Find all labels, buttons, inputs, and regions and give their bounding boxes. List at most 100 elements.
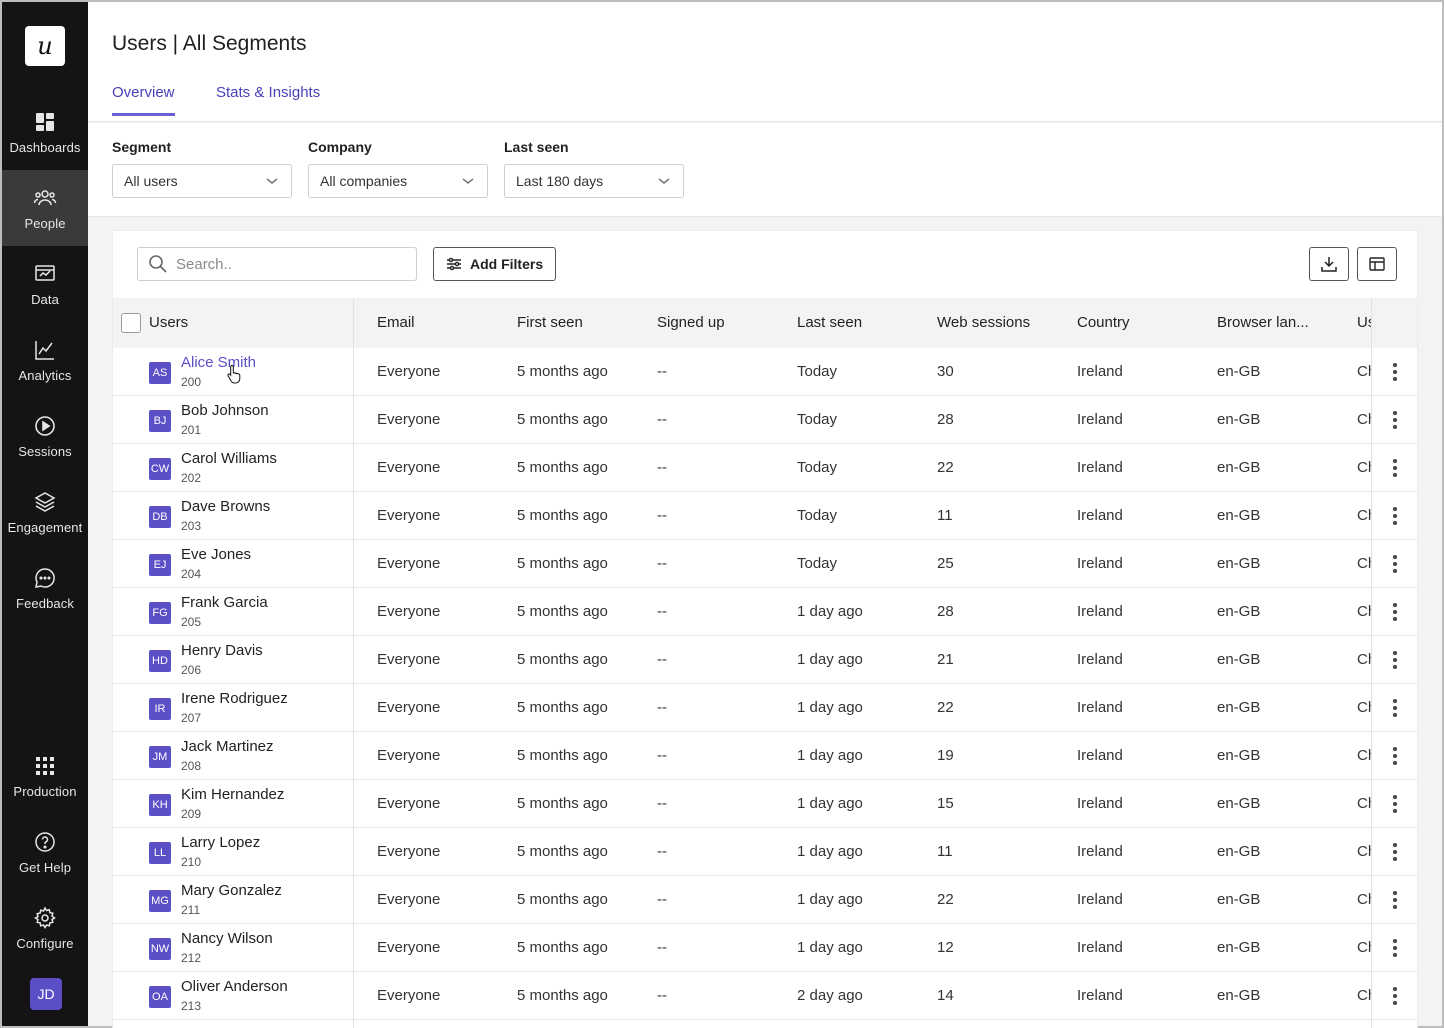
table-row[interactable]: JM Jack Martinez 208 Everyone 5 months ago --…: [113, 732, 1417, 780]
first-seen-cell: 5 months ago: [517, 459, 608, 476]
user-id: 208: [181, 759, 202, 773]
select-all-checkbox[interactable]: [121, 313, 141, 333]
tab-overview[interactable]: Overview: [112, 84, 175, 116]
column-header-email[interactable]: Email: [377, 298, 415, 348]
user-name-link[interactable]: Irene Rodriguez: [181, 689, 288, 709]
more-options-icon[interactable]: [1383, 696, 1407, 720]
chevron-down-icon: [658, 178, 670, 184]
column-header-users[interactable]: Users: [149, 298, 188, 348]
email-cell: Everyone: [377, 891, 441, 908]
table-row[interactable]: DB Dave Browns 203 Everyone 5 months ago -- To…: [113, 492, 1417, 540]
app-logo[interactable]: u: [25, 26, 65, 66]
more-options-icon[interactable]: [1383, 840, 1407, 864]
signed-up-cell: --: [657, 891, 667, 908]
more-options-icon[interactable]: [1383, 600, 1407, 624]
more-options-icon[interactable]: [1383, 984, 1407, 1008]
company-select[interactable]: All companies: [308, 164, 488, 198]
search-box[interactable]: [137, 247, 417, 281]
more-options-icon[interactable]: [1383, 936, 1407, 960]
user-name-link[interactable]: Dave Browns: [181, 497, 270, 517]
more-options-icon[interactable]: [1383, 360, 1407, 384]
browser-language-cell: en-GB: [1217, 411, 1261, 428]
user-avatar-badge: CW: [149, 458, 171, 480]
filter-bar: Segment All users Company All companies …: [88, 123, 1442, 217]
table-row[interactable]: EJ Eve Jones 204 Everyone 5 months ago -- Toda…: [113, 540, 1417, 588]
user-name-link[interactable]: Carol Williams: [181, 449, 277, 469]
nav-sessions[interactable]: Sessions: [2, 398, 88, 474]
user-avatar-badge: OA: [149, 986, 171, 1008]
feedback-icon: [35, 567, 55, 588]
help-icon: [35, 831, 55, 852]
user-name-link[interactable]: Henry Davis: [181, 641, 263, 661]
table-row[interactable]: IR Irene Rodriguez 207 Everyone 5 months ago…: [113, 684, 1417, 732]
country-cell: Ireland: [1077, 603, 1123, 620]
user-id: 201: [181, 423, 202, 437]
columns-button[interactable]: [1357, 247, 1397, 281]
user-name-link[interactable]: Nancy Wilson: [181, 929, 273, 949]
user-name-link[interactable]: Eve Jones: [181, 545, 251, 565]
more-options-icon[interactable]: [1383, 888, 1407, 912]
user-avatar-badge: FG: [149, 602, 171, 624]
more-options-icon[interactable]: [1383, 456, 1407, 480]
nav-people[interactable]: People: [2, 170, 88, 246]
sidebar: u Dashboards People Data Analytics Sessi…: [2, 2, 88, 1026]
nav-get-help[interactable]: Get Help: [2, 814, 88, 890]
column-header-truncated[interactable]: Us: [1357, 298, 1371, 348]
browser-language-cell: en-GB: [1217, 939, 1261, 956]
tab-stats-insights[interactable]: Stats & Insights: [216, 84, 320, 101]
more-options-icon[interactable]: [1383, 504, 1407, 528]
nav-dashboards[interactable]: Dashboards: [2, 94, 88, 170]
user-avatar-badge: DB: [149, 506, 171, 528]
table-row[interactable]: BJ Bob Johnson 201 Everyone 5 months ago -- To…: [113, 396, 1417, 444]
table-row[interactable]: LL Larry Lopez 210 Everyone 5 months ago -- 1 …: [113, 828, 1417, 876]
nav-feedback[interactable]: Feedback: [2, 550, 88, 626]
more-options-icon[interactable]: [1383, 648, 1407, 672]
last-seen-cell: 1 day ago: [797, 651, 863, 668]
column-header-country[interactable]: Country: [1077, 298, 1130, 348]
column-header-first-seen[interactable]: First seen: [517, 298, 583, 348]
column-header-signed-up[interactable]: Signed up: [657, 298, 725, 348]
column-header-browser-language[interactable]: Browser lan...: [1217, 298, 1309, 348]
table-row[interactable]: CW Carol Williams 202 Everyone 5 months ago -…: [113, 444, 1417, 492]
more-options-icon[interactable]: [1383, 408, 1407, 432]
user-name-link[interactable]: Alice Smith: [181, 353, 256, 373]
user-name-link[interactable]: Larry Lopez: [181, 833, 260, 853]
user-id: 206: [181, 663, 202, 677]
search-input[interactable]: [176, 255, 396, 273]
segment-select[interactable]: All users: [112, 164, 292, 198]
user-name-link[interactable]: Bob Johnson: [181, 401, 269, 421]
more-options-icon[interactable]: [1383, 792, 1407, 816]
table-row[interactable]: FG Frank Garcia 205 Everyone 5 months ago -- 1…: [113, 588, 1417, 636]
more-options-icon[interactable]: [1383, 552, 1407, 576]
nav-production[interactable]: Production: [2, 738, 88, 814]
data-icon: [35, 264, 55, 281]
table-row[interactable]: NW Nancy Wilson 212 Everyone 5 months ago -- 1…: [113, 924, 1417, 972]
last-seen-select[interactable]: Last 180 days: [504, 164, 684, 198]
table-row[interactable]: OA Oliver Anderson 213 Everyone 5 months ago…: [113, 972, 1417, 1020]
nav-configure[interactable]: Configure: [2, 890, 88, 966]
user-name-link[interactable]: Oliver Anderson: [181, 977, 288, 997]
table-row[interactable]: KH Kim Hernandez 209 Everyone 5 months ago --…: [113, 780, 1417, 828]
column-header-web-sessions[interactable]: Web sessions: [937, 298, 1030, 348]
more-options-icon[interactable]: [1383, 744, 1407, 768]
first-seen-cell: 5 months ago: [517, 747, 608, 764]
column-header-last-seen[interactable]: Last seen: [797, 298, 862, 348]
user-avatar[interactable]: JD: [30, 978, 62, 1010]
user-name-link[interactable]: Jack Martinez: [181, 737, 274, 757]
nav-analytics[interactable]: Analytics: [2, 322, 88, 398]
user-name-link[interactable]: Kim Hernandez: [181, 785, 284, 805]
add-filters-button[interactable]: Add Filters: [433, 247, 557, 281]
user-name-link[interactable]: Frank Garcia: [181, 593, 268, 613]
download-button[interactable]: [1309, 247, 1349, 281]
table-row[interactable]: HD Henry Davis 206 Everyone 5 months ago -- 1 …: [113, 636, 1417, 684]
table-row[interactable]: AS Alice Smith 200 Everyone 5 months ago -- To…: [113, 348, 1417, 396]
browser-language-cell: en-GB: [1217, 507, 1261, 524]
last-seen-cell: 2 day ago: [797, 987, 863, 1004]
user-name-link[interactable]: Mary Gonzalez: [181, 881, 282, 901]
user-id: 210: [181, 855, 202, 869]
nav-data[interactable]: Data: [2, 246, 88, 322]
table-row[interactable]: MG Mary Gonzalez 211 Everyone 5 months ago --…: [113, 876, 1417, 924]
truncated-cell: Ch: [1357, 939, 1371, 956]
nav-engagement[interactable]: Engagement: [2, 474, 88, 550]
signed-up-cell: --: [657, 987, 667, 1004]
